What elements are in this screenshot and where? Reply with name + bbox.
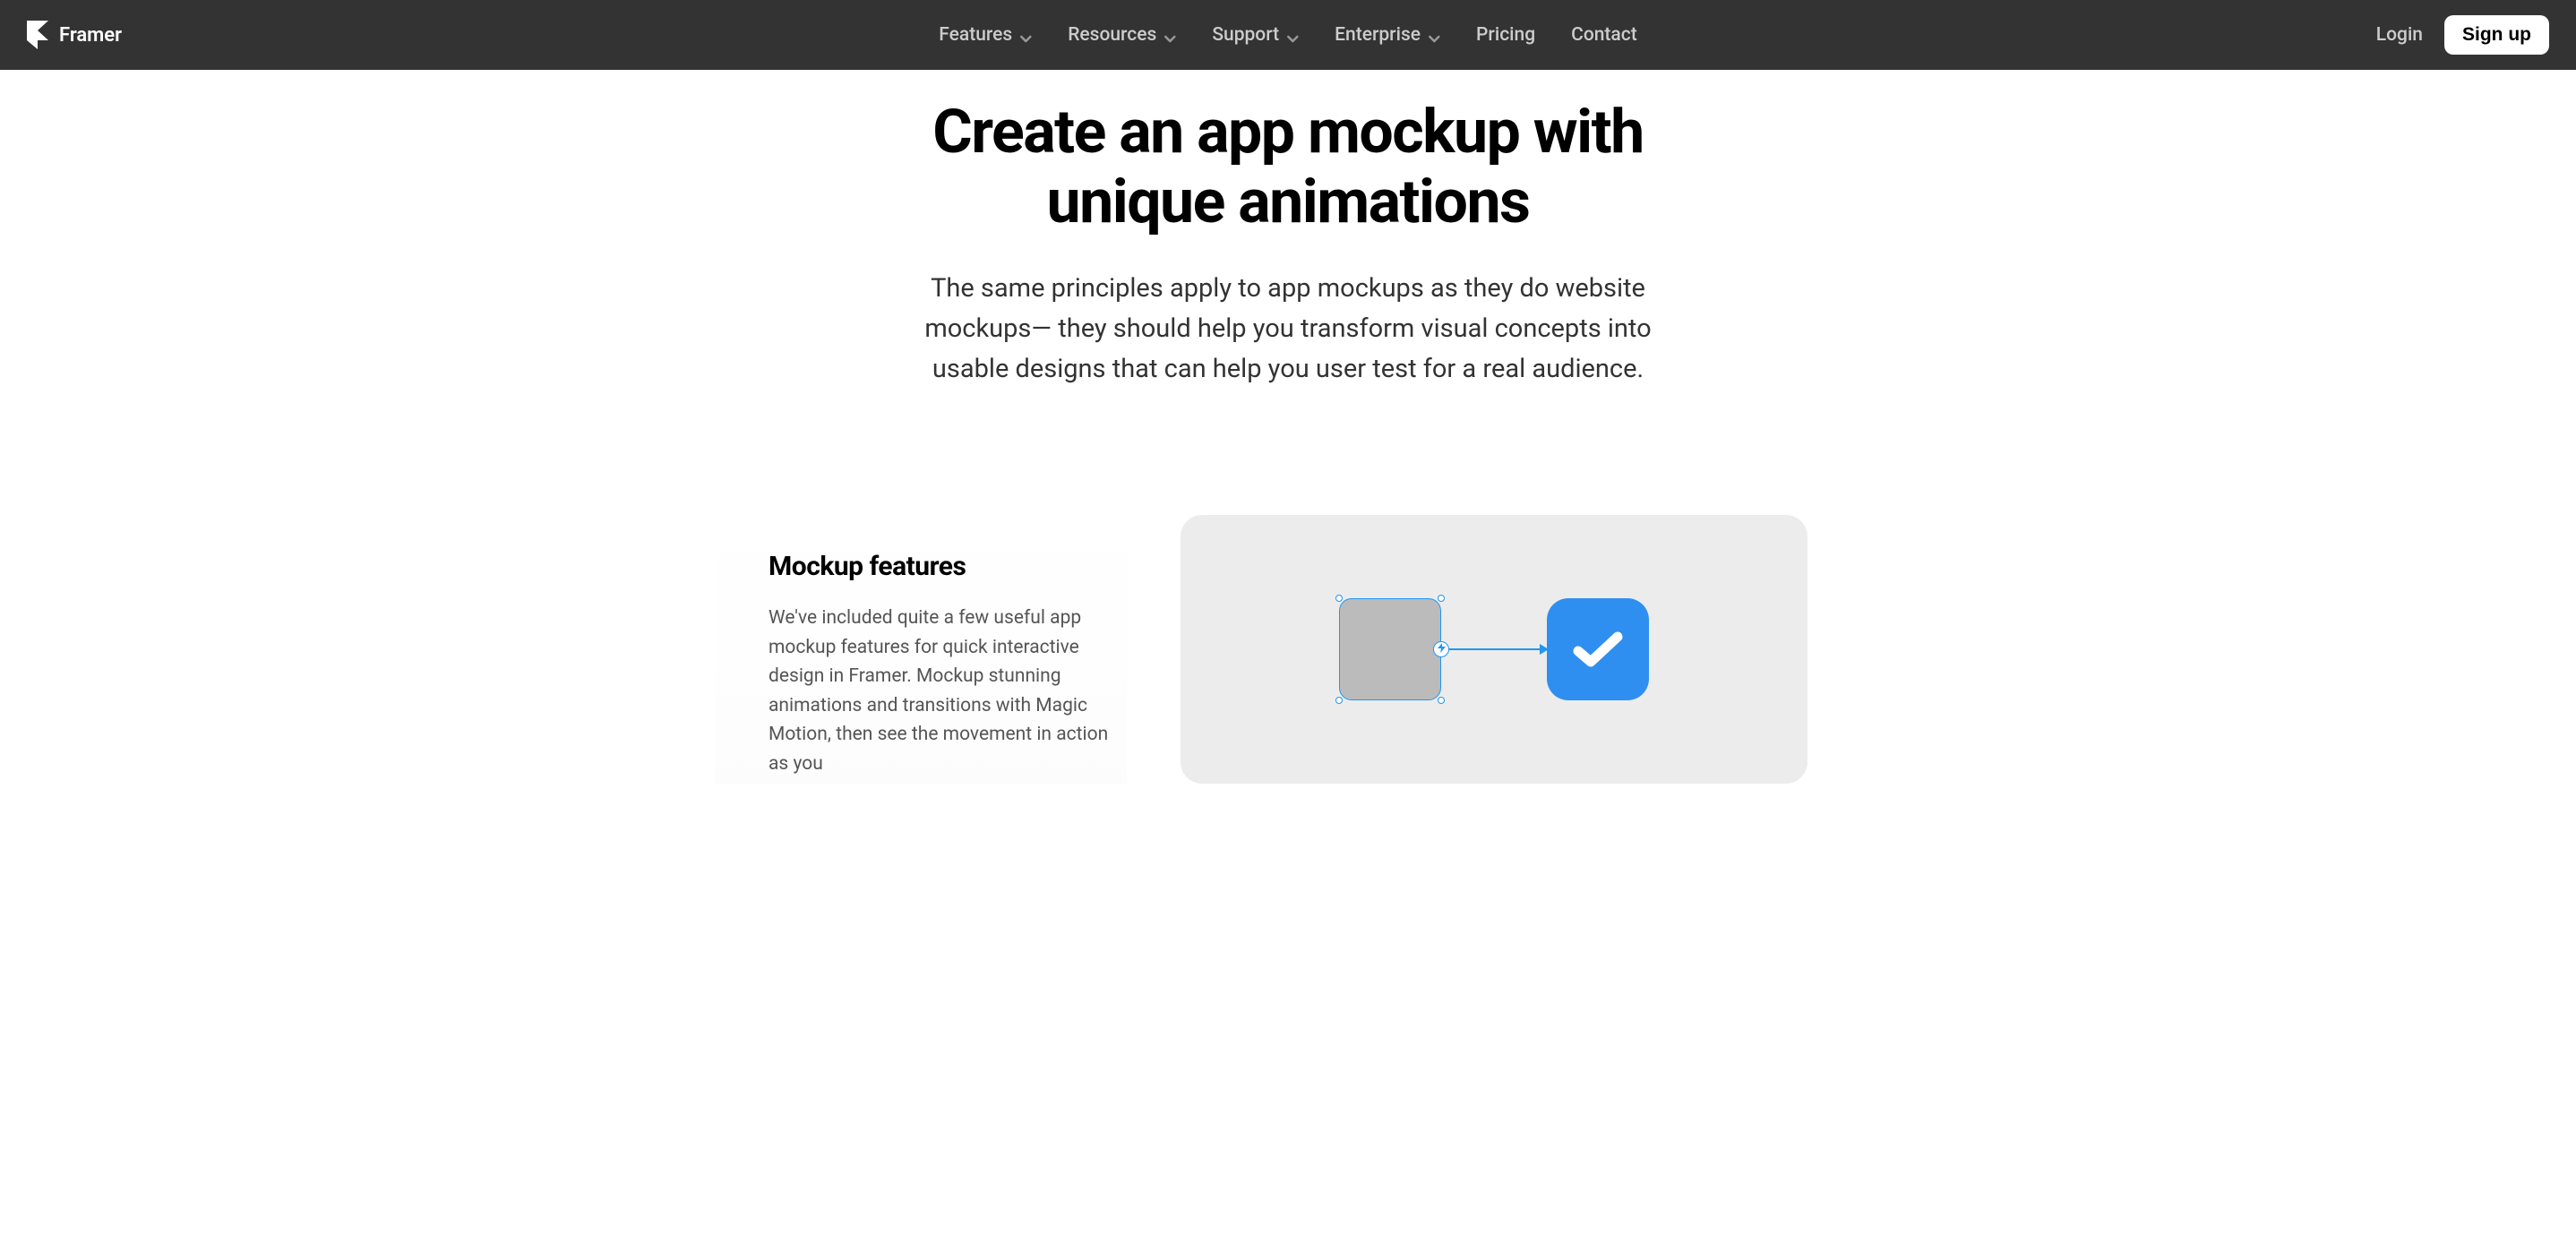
nav-item-enterprise[interactable]: Enterprise [1335,24,1440,46]
nav-item-features[interactable]: Features [939,24,1032,46]
hero-title: Create an app mockup with unique animati… [858,97,1718,236]
nav-label: Pricing [1476,24,1535,46]
content-section: Mockup features We've included quite a f… [751,515,1825,784]
chevron-down-icon [1163,29,1176,41]
selection-handle [1335,697,1343,704]
logo-section[interactable]: Framer [27,21,122,49]
nav-center: Features Resources Support [939,24,1636,46]
features-body: We've included quite a few useful app mo… [769,604,1127,778]
selection-handle [1438,697,1445,704]
selected-frame-icon [1339,598,1441,700]
nav-item-pricing[interactable]: Pricing [1476,24,1535,46]
nav-item-contact[interactable]: Contact [1571,24,1637,46]
lightning-icon [1438,643,1446,656]
animation-graphic [1339,598,1649,700]
chevron-down-icon [1019,29,1032,41]
checkmark-icon [1571,628,1625,671]
navbar: Framer Features Resources Support [0,0,2576,70]
nav-item-resources[interactable]: Resources [1068,24,1176,46]
chevron-down-icon [1428,29,1440,41]
nav-right: Login Sign up [2376,15,2549,55]
arrow-head-icon [1540,644,1549,655]
arrow-line [1448,648,1540,650]
transition-arrow [1441,644,1549,655]
nav-label: Resources [1068,24,1156,46]
features-column: Mockup features We've included quite a f… [769,515,1127,784]
chevron-down-icon [1286,29,1299,41]
selection-handle [1438,595,1445,602]
signup-button[interactable]: Sign up [2444,15,2549,55]
features-title: Mockup features [769,551,1127,582]
selection-handle [1335,595,1343,602]
nav-label: Support [1212,24,1279,46]
brand-name: Framer [59,24,122,47]
framer-logo-icon [27,21,48,49]
nav-label: Enterprise [1335,24,1421,46]
hero-subtitle: The same principles apply to app mockups… [921,269,1655,390]
login-link[interactable]: Login [2376,24,2423,46]
graphic-panel [1181,515,1807,784]
nav-item-support[interactable]: Support [1212,24,1299,46]
nav-label: Contact [1571,24,1637,46]
nav-label: Features [939,24,1012,46]
lightning-node-icon [1433,641,1449,657]
checkmark-result-icon [1547,598,1649,700]
hero-section: Create an app mockup with unique animati… [840,70,1736,443]
